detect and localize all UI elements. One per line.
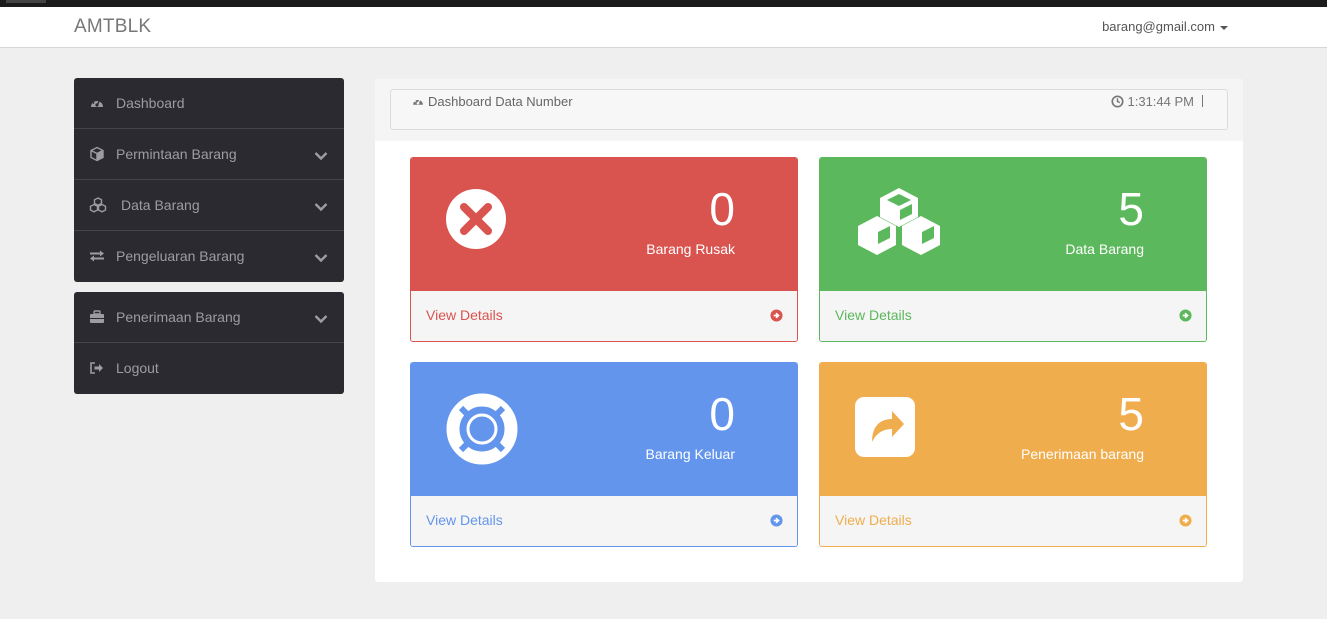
arrow-circle-right-icon bbox=[770, 309, 783, 322]
sign-out-icon bbox=[89, 360, 105, 376]
view-details-label: View Details bbox=[426, 307, 503, 323]
card-body: 0 Barang Rusak bbox=[411, 158, 797, 291]
caret-down-icon bbox=[1220, 25, 1228, 30]
chevron-down-icon bbox=[314, 199, 328, 212]
text-cursor bbox=[1202, 95, 1203, 107]
sidebar-item-label: Dashboard bbox=[116, 95, 185, 111]
stat-card-barang-keluar: 0 Barang Keluar View Details bbox=[410, 362, 798, 547]
stat-label: Data Barang bbox=[1065, 241, 1144, 257]
sidebar-item-label: Pengeluaran Barang bbox=[116, 248, 245, 264]
chevron-down-icon bbox=[314, 250, 328, 263]
stat-card-data-barang: 5 Data Barang View Details bbox=[819, 157, 1207, 342]
dashboard-icon bbox=[89, 95, 105, 111]
dashboard-panel: Dashboard Data Number 1:31:44 PM 0 Baran… bbox=[375, 79, 1243, 582]
stat-label: Barang Keluar bbox=[645, 446, 735, 462]
chevron-down-icon bbox=[314, 148, 328, 161]
sidebar: Dashboard Permintaan Barang Data Barang bbox=[74, 78, 344, 404]
view-details-link[interactable]: View Details bbox=[411, 291, 797, 341]
panel-header: Dashboard Data Number 1:31:44 PM bbox=[390, 89, 1228, 130]
sidebar-item-penerimaan-barang[interactable]: Penerimaan Barang bbox=[74, 292, 344, 343]
chevron-down-icon bbox=[314, 311, 328, 324]
view-details-label: View Details bbox=[835, 307, 912, 323]
sidebar-item-label: Logout bbox=[116, 360, 159, 376]
clock-time: 1:31:44 PM bbox=[1127, 94, 1195, 109]
view-details-link[interactable]: View Details bbox=[820, 496, 1206, 546]
view-details-label: View Details bbox=[426, 512, 503, 528]
sidebar-item-label: Data Barang bbox=[121, 197, 200, 213]
stat-value: 5 bbox=[1118, 388, 1144, 440]
sidebar-item-pengeluaran-barang[interactable]: Pengeluaran Barang bbox=[74, 231, 344, 282]
stat-card-penerimaan-barang: 5 Penerimaan barang View Details bbox=[819, 362, 1207, 547]
arrow-circle-right-icon bbox=[1179, 514, 1192, 527]
exchange-icon bbox=[89, 248, 105, 264]
view-details-link[interactable]: View Details bbox=[820, 291, 1206, 341]
sidebar-item-label: Penerimaan Barang bbox=[116, 309, 241, 325]
stat-value: 5 bbox=[1118, 183, 1144, 235]
panel-title-text: Dashboard Data Number bbox=[428, 94, 573, 109]
sidebar-item-permintaan-barang[interactable]: Permintaan Barang bbox=[74, 129, 344, 180]
view-details-label: View Details bbox=[835, 512, 912, 528]
arrow-circle-right-icon bbox=[770, 514, 783, 527]
stat-value: 0 bbox=[709, 183, 735, 235]
clock-icon bbox=[1110, 95, 1124, 108]
stat-label: Penerimaan barang bbox=[1021, 446, 1144, 462]
brand-logo[interactable]: AMTBLK bbox=[74, 16, 151, 38]
stat-value: 0 bbox=[709, 388, 735, 440]
user-menu-dropdown[interactable]: barang@gmail.com bbox=[1102, 19, 1228, 34]
sidebar-item-data-barang[interactable]: Data Barang bbox=[74, 180, 344, 231]
view-details-link[interactable]: View Details bbox=[411, 496, 797, 546]
window-top-strip bbox=[0, 0, 1327, 7]
stat-label: Barang Rusak bbox=[646, 241, 735, 257]
top-navbar: AMTBLK barang@gmail.com bbox=[0, 7, 1327, 48]
panel-title: Dashboard Data Number bbox=[411, 94, 573, 109]
card-body: 5 Penerimaan barang bbox=[820, 363, 1206, 496]
briefcase-icon bbox=[89, 309, 105, 325]
life-ring-icon bbox=[445, 392, 519, 471]
arrow-circle-right-icon bbox=[1179, 309, 1192, 322]
clock: 1:31:44 PM bbox=[1110, 94, 1195, 109]
cubes-icon bbox=[854, 186, 944, 265]
card-body: 0 Barang Keluar bbox=[411, 363, 797, 496]
cube-icon bbox=[89, 146, 105, 162]
sidebar-group-main: Dashboard Permintaan Barang Data Barang bbox=[74, 78, 344, 282]
dashboard-icon bbox=[413, 98, 423, 105]
sidebar-item-label: Permintaan Barang bbox=[116, 146, 237, 162]
card-body: 5 Data Barang bbox=[820, 158, 1206, 291]
stat-card-barang-rusak: 0 Barang Rusak View Details bbox=[410, 157, 798, 342]
sidebar-group-secondary: Penerimaan Barang Logout bbox=[74, 292, 344, 394]
tab-indicator bbox=[6, 0, 46, 3]
cubes-icon bbox=[89, 197, 107, 213]
sidebar-item-logout[interactable]: Logout bbox=[74, 343, 344, 394]
times-circle-icon bbox=[445, 188, 507, 255]
share-square-icon bbox=[854, 396, 916, 463]
sidebar-item-dashboard[interactable]: Dashboard bbox=[74, 78, 344, 129]
user-email: barang@gmail.com bbox=[1102, 19, 1215, 34]
